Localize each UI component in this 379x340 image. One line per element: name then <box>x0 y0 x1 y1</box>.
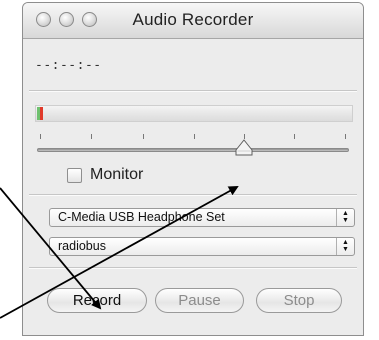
monitor-checkbox[interactable] <box>67 168 82 183</box>
input-device-value: C-Media USB Headphone Set <box>58 210 225 224</box>
divider <box>29 90 357 92</box>
divider <box>29 267 357 269</box>
slider-tick <box>294 134 295 139</box>
title-bar[interactable]: Audio Recorder <box>23 3 363 39</box>
time-display: --:--:-- <box>35 58 102 73</box>
level-meter-peak <box>40 107 43 120</box>
monitor-label: Monitor <box>90 166 144 183</box>
window-title: Audio Recorder <box>132 10 254 29</box>
slider-tick <box>143 134 144 139</box>
output-target-popup[interactable]: radiobus ▲ ▼ <box>49 237 355 256</box>
stop-button[interactable]: Stop <box>256 288 342 313</box>
input-device-popup[interactable]: C-Media USB Headphone Set ▲ ▼ <box>49 208 355 227</box>
slider-tick <box>345 134 346 139</box>
gain-slider-track[interactable] <box>37 148 349 152</box>
popup-arrows-icon: ▲ ▼ <box>336 238 354 255</box>
slider-tick <box>40 134 41 139</box>
gain-slider-thumb[interactable] <box>235 139 253 157</box>
popup-arrows-icon: ▲ ▼ <box>336 209 354 226</box>
pause-button[interactable]: Pause <box>155 288 244 313</box>
record-button[interactable]: Record <box>47 288 147 313</box>
screenshot-stage: Audio Recorder --:--:-- Monitor C-Media … <box>0 0 379 340</box>
slider-tick <box>91 134 92 139</box>
divider <box>29 194 357 196</box>
slider-tick <box>194 134 195 139</box>
level-meter <box>35 105 353 122</box>
audio-recorder-window: Audio Recorder --:--:-- Monitor C-Media … <box>22 2 364 336</box>
output-target-value: radiobus <box>58 239 106 253</box>
